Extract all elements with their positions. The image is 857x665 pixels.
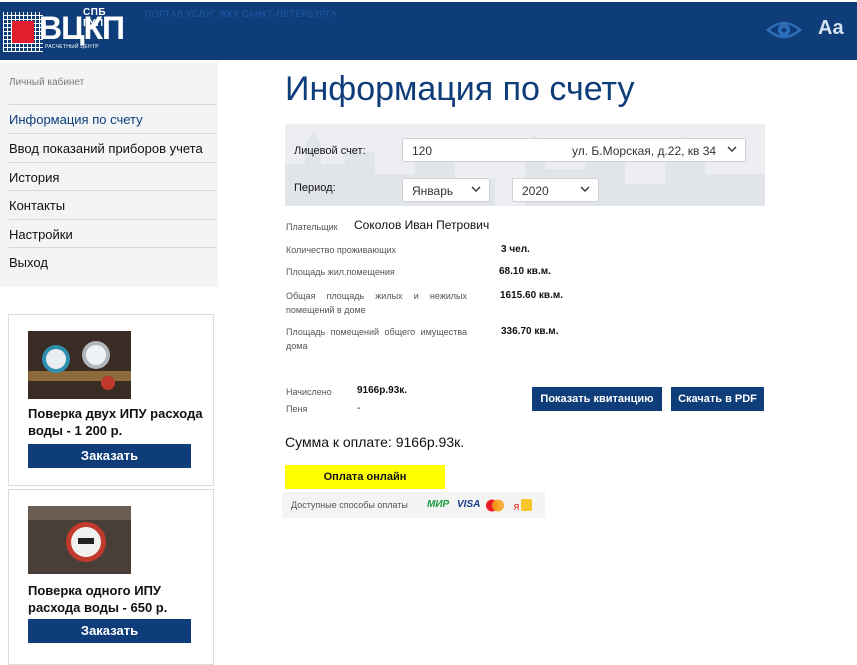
period-month-select[interactable]: Январь <box>402 178 490 202</box>
period-year-value: 2020 <box>522 184 549 198</box>
charged-value: 9166р.93к. <box>357 385 408 396</box>
chevron-down-icon <box>471 186 481 192</box>
chevron-down-icon <box>580 186 590 192</box>
account-label: Лицевой счет: <box>294 145 366 157</box>
promo-photo <box>28 506 131 574</box>
account-address: ул. Б.Морская, д.22, кв 34 <box>572 144 717 158</box>
logo-red-square <box>12 21 34 43</box>
portal-title: ПОРТАЛ УСЛУГ ЖКХ САНКТ-ПЕТЕРБУРГА <box>145 9 337 19</box>
chevron-down-icon <box>727 146 737 152</box>
penalty-label: Пеня <box>286 404 308 414</box>
svg-text:я: я <box>513 500 520 513</box>
period-month-value: Январь <box>412 184 454 198</box>
show-receipt-button[interactable]: Показать квитанцию <box>532 387 662 411</box>
account-number: 120 <box>412 144 433 158</box>
living-area-value: 68.10 кв.м. <box>499 266 551 277</box>
sidebar-item-meter-readings[interactable]: Ввод показаний приборов учета <box>9 133 216 161</box>
residents-label: Количество проживающих <box>286 245 397 255</box>
eye-icon[interactable] <box>766 18 802 42</box>
visa-logo: VISA <box>457 499 481 510</box>
promo-photo <box>28 331 131 399</box>
vckp-logo[interactable]: СПБ ГУП ВЦКП РАСЧЕТНЫЙ ЦЕНТР <box>3 7 129 52</box>
promo-title: Поверка одного ИПУ расхода воды - 650 р. <box>28 583 168 615</box>
payment-methods-label: Доступные способы оплаты <box>291 500 408 510</box>
payment-methods: Доступные способы оплаты МИР VISA я <box>282 492 545 518</box>
mir-logo: МИР <box>427 499 450 510</box>
sidebar-item-history[interactable]: История <box>9 162 216 190</box>
penalty-value: - <box>357 403 361 414</box>
charged-label: Начислено <box>286 387 332 397</box>
total-due: Сумма к оплате: 9166р.93к. <box>285 434 465 450</box>
common-area-label: Площадь помещений общего имущества дома <box>286 327 467 351</box>
common-area-value: 336.70 кв.м. <box>501 326 559 337</box>
period-label: Период: <box>294 182 336 194</box>
download-pdf-button[interactable]: Скачать в PDF <box>671 387 764 411</box>
pay-online-button[interactable]: Оплата онлайн <box>285 465 445 489</box>
font-size-button[interactable]: Aa <box>818 17 844 40</box>
promo-title: Поверка двух ИПУ расхода воды - 1 200 р. <box>28 406 203 438</box>
yandex-money-logo: я <box>513 499 532 513</box>
logo-main-text: ВЦКП <box>39 10 125 46</box>
order-button[interactable]: Заказать <box>28 619 191 643</box>
living-area-label: Площадь жил.помещения <box>286 267 395 277</box>
sidebar-item-contacts[interactable]: Контакты <box>9 190 216 218</box>
residents-value: 3 чел. <box>501 244 530 255</box>
promo-card: Поверка двух ИПУ расхода воды - 1 200 р.… <box>8 314 214 486</box>
promo-card: Поверка одного ИПУ расхода воды - 650 р.… <box>8 489 214 665</box>
total-area-value: 1615.60 кв.м. <box>500 290 564 301</box>
total-area-label: Общая площадь жилых и нежилых помещений … <box>286 291 467 315</box>
account-select[interactable]: 120 ул. Б.Морская, д.22, кв 34 <box>402 138 746 162</box>
period-year-select[interactable]: 2020 <box>512 178 599 202</box>
sidebar-item-logout[interactable]: Выход <box>9 247 216 275</box>
sidebar-nav: Личный кабинет Информация по счету Ввод … <box>0 62 218 287</box>
payer-label: Плательщик <box>286 222 338 232</box>
site-header: СПБ ГУП ВЦКП РАСЧЕТНЫЙ ЦЕНТР ПОРТАЛ УСЛУ… <box>0 0 857 60</box>
sidebar-item-settings[interactable]: Настройки <box>9 219 216 247</box>
payer-name: Соколов Иван Петрович <box>354 218 490 232</box>
page-title: Информация по счету <box>285 70 635 108</box>
sidebar-item-account-info[interactable]: Информация по счету <box>9 104 216 132</box>
order-button[interactable]: Заказать <box>28 444 191 468</box>
sidebar-caption: Личный кабинет <box>9 77 85 88</box>
logo-sub-text: РАСЧЕТНЫЙ ЦЕНТР <box>45 44 99 50</box>
account-filter-panel: Лицевой счет: 120 ул. Б.Морская, д.22, к… <box>285 124 765 206</box>
mastercard-logo <box>486 499 504 512</box>
